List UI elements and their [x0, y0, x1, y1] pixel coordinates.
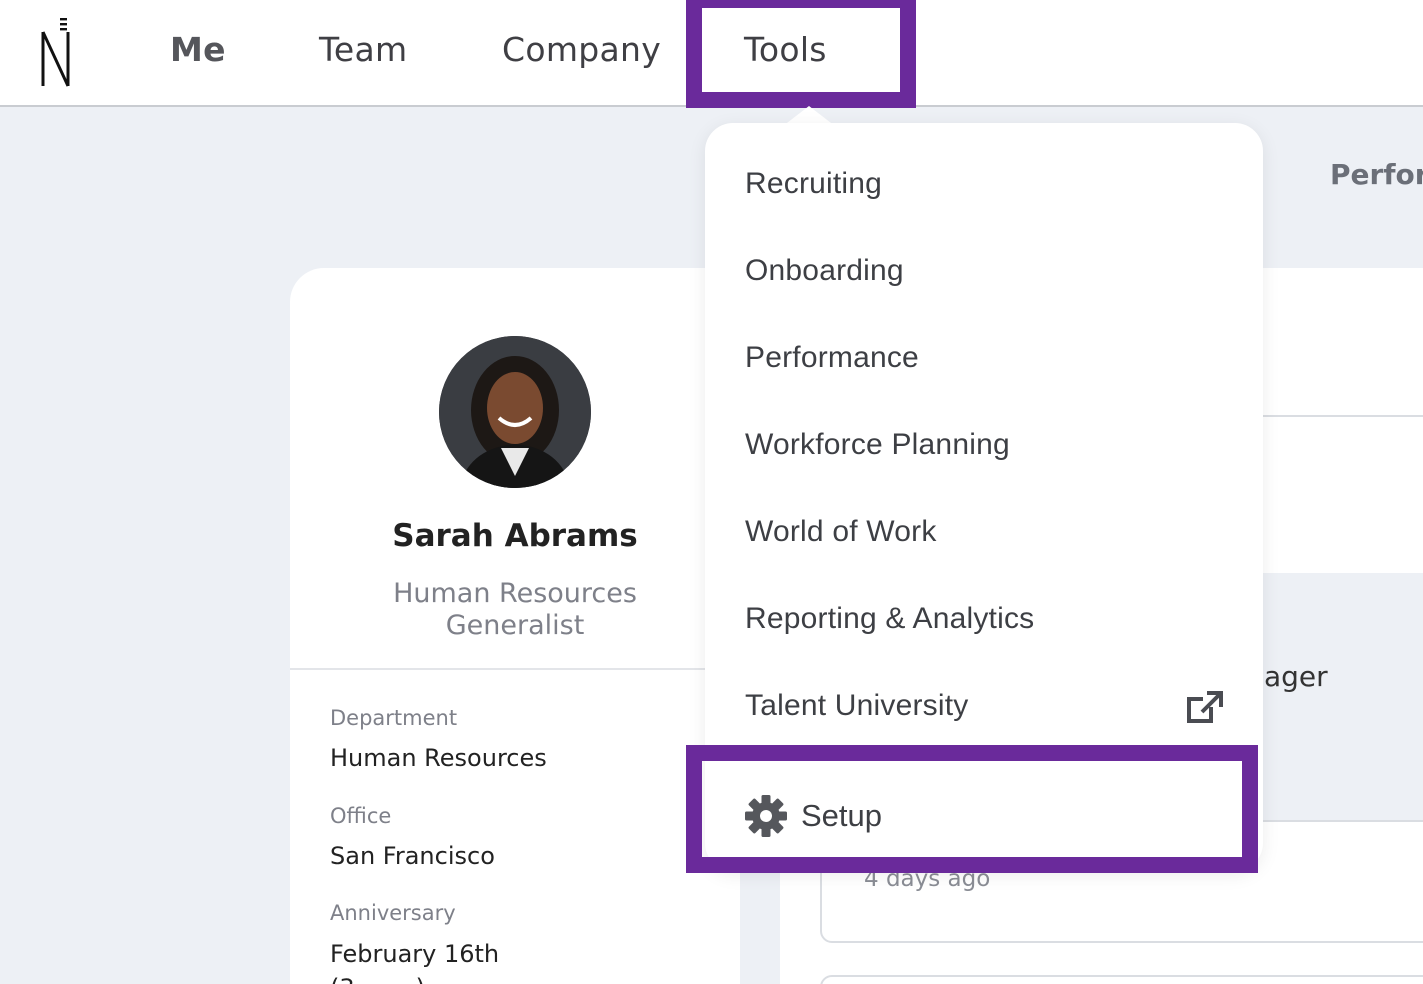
nav-company[interactable]: Company [502, 30, 661, 69]
field-value-anniversary: February 16th [330, 940, 500, 968]
menu-item-reporting-analytics[interactable]: Reporting & Analytics [745, 602, 1034, 636]
profile-divider [290, 668, 740, 670]
profile-name: Sarah Abrams [392, 518, 638, 554]
field-label-office: Office [330, 804, 392, 828]
menu-item-workforce-planning[interactable]: Workforce Planning [745, 428, 1010, 462]
field-value-anniversary-partial: (3 ... ...) [330, 974, 425, 984]
tools-highlight-box [686, 0, 916, 108]
field-label-department: Department [330, 706, 458, 730]
field-label-anniversary: Anniversary [330, 901, 456, 925]
profile-card: Sarah Abrams Human Resources Generalist … [290, 268, 740, 984]
field-value-department: Human Resources [330, 744, 547, 772]
menu-item-world-of-work[interactable]: World of Work [745, 515, 937, 549]
brand-logo-icon[interactable] [40, 18, 74, 88]
menu-item-talent-university[interactable]: Talent University [745, 689, 968, 723]
nav-me[interactable]: Me [170, 30, 226, 69]
menu-item-onboarding[interactable]: Onboarding [745, 254, 904, 288]
activity-card-2 [820, 975, 1423, 984]
background-tab-performance[interactable]: Perform [1330, 158, 1423, 191]
field-value-office: San Francisco [330, 842, 495, 870]
avatar [439, 336, 591, 488]
external-link-icon[interactable] [1185, 689, 1225, 725]
menu-item-performance[interactable]: Performance [745, 341, 919, 375]
setup-highlight-box [686, 745, 1258, 873]
nav-team[interactable]: Team [319, 30, 407, 69]
background-partial-text: ager [1264, 660, 1328, 693]
menu-item-recruiting[interactable]: Recruiting [745, 167, 882, 201]
profile-job-title: Human Resources Generalist [393, 578, 637, 641]
